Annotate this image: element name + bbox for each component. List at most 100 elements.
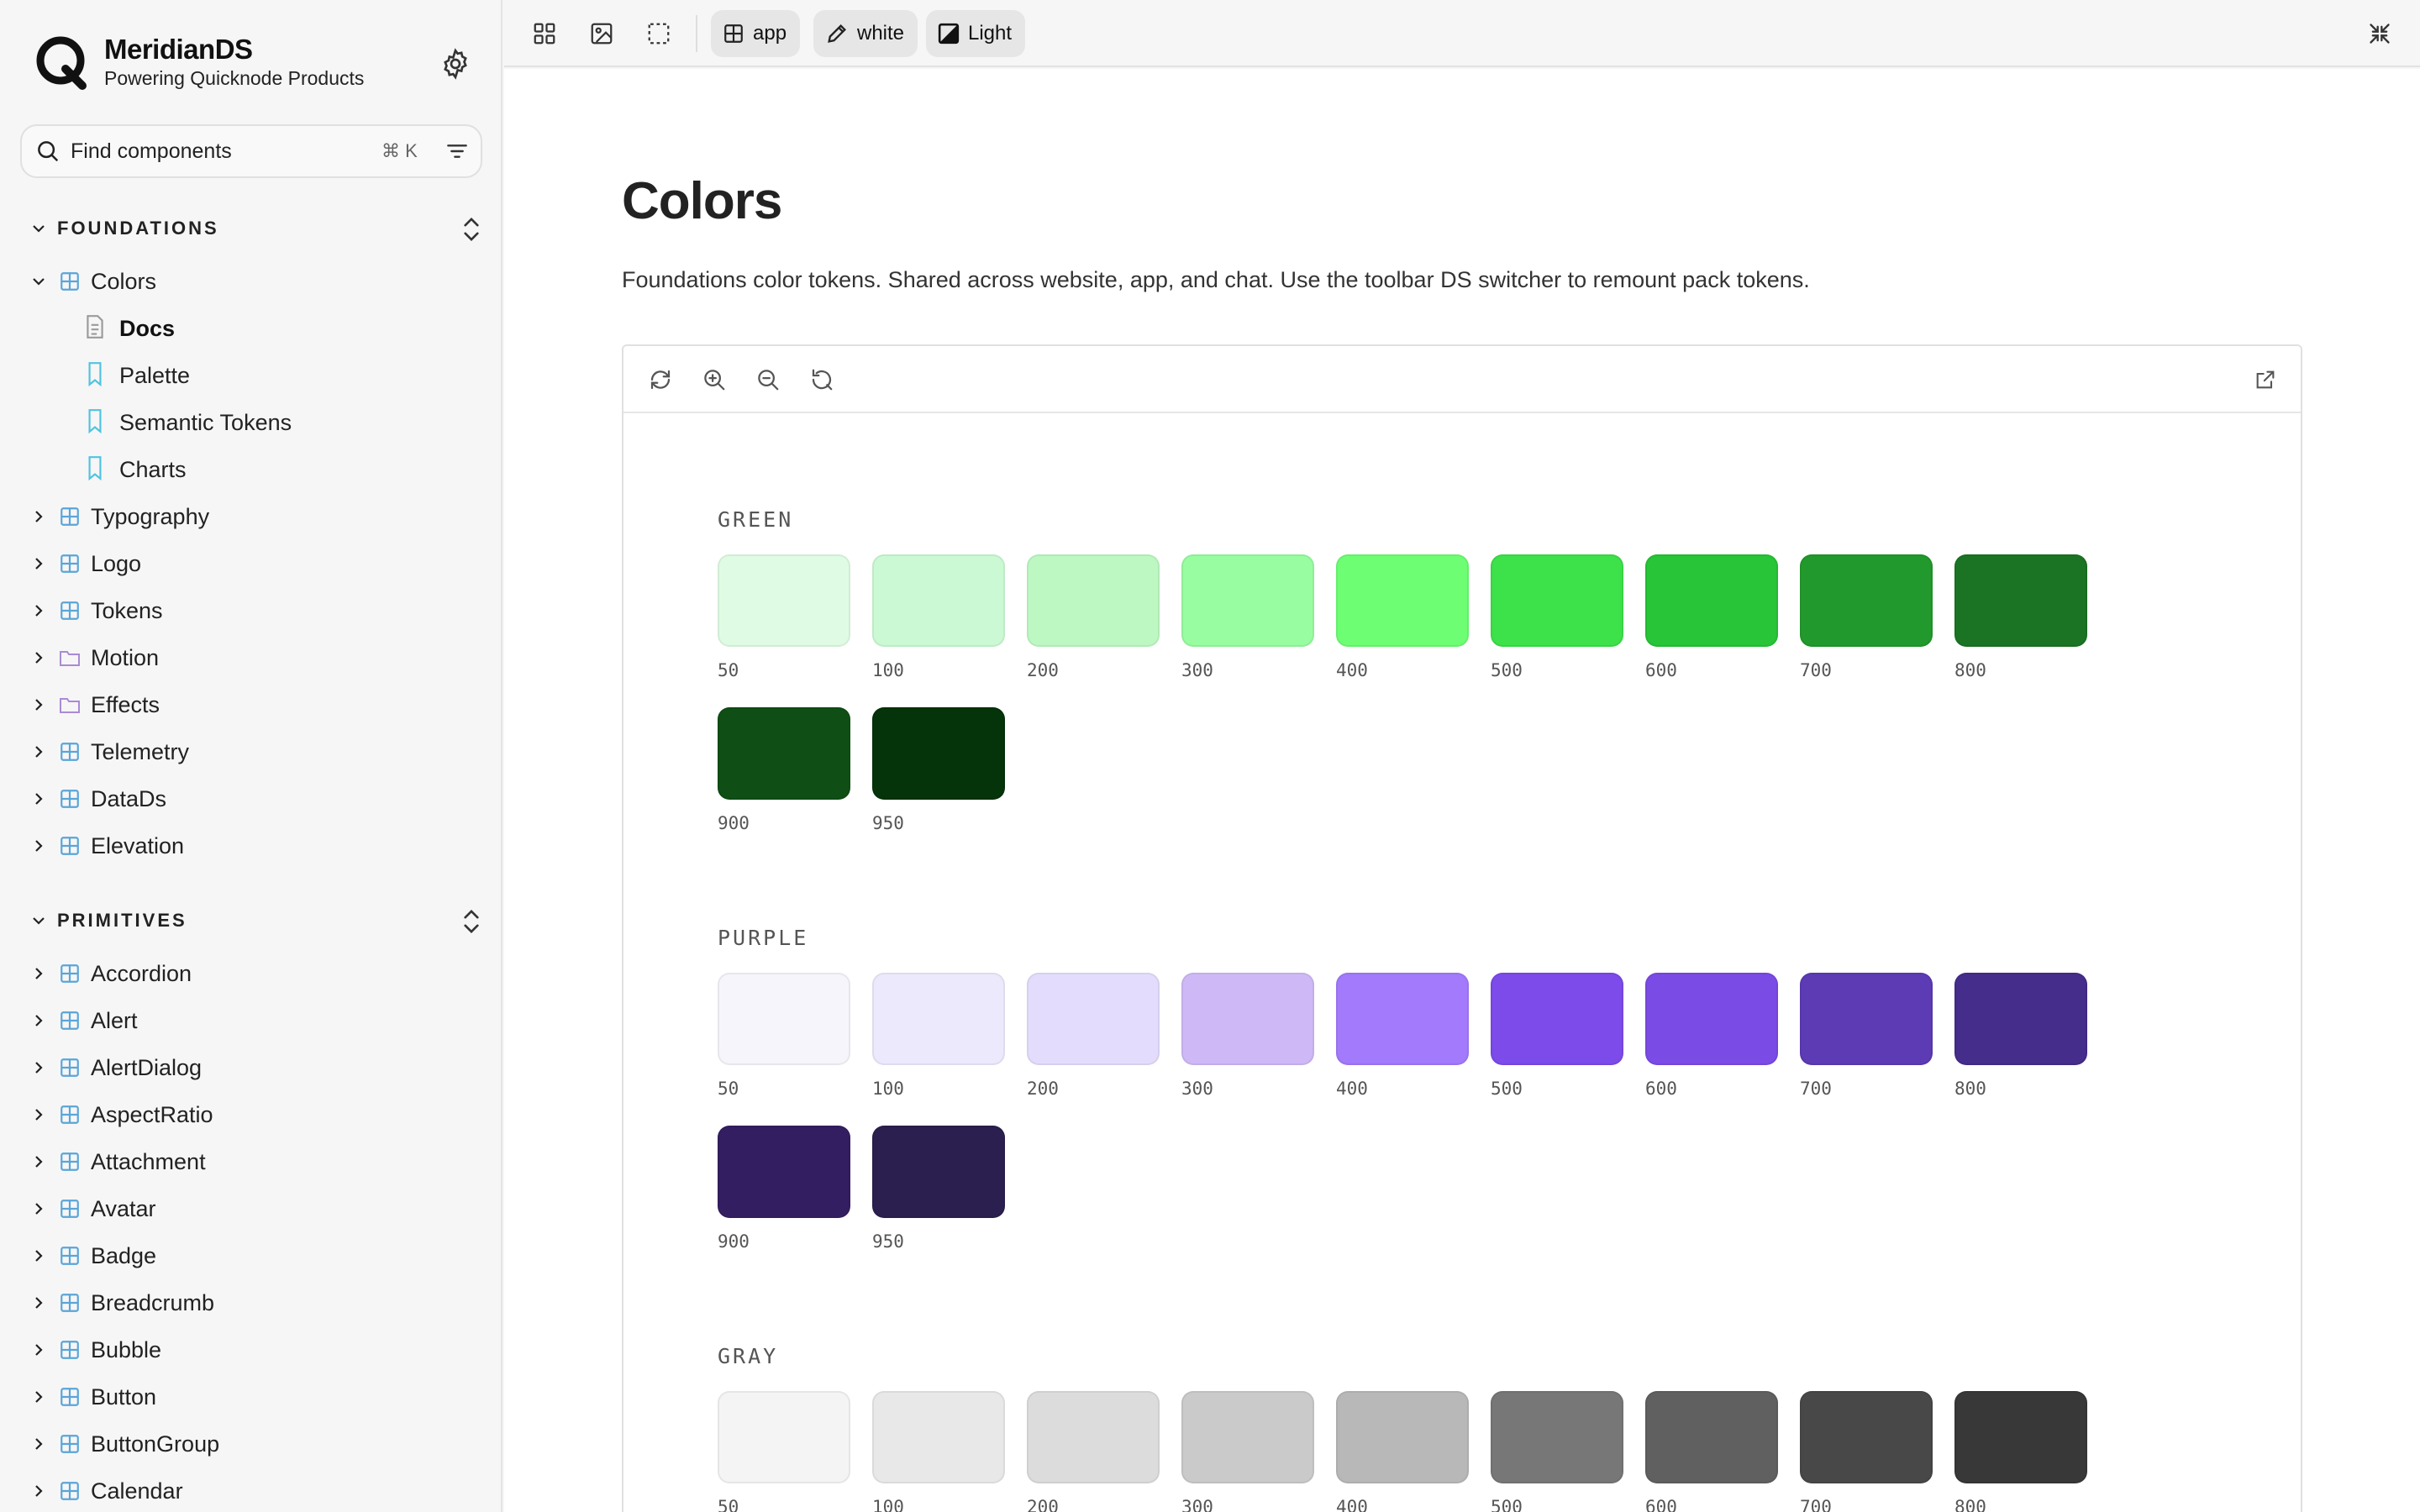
filter-icon[interactable] [444,138,471,169]
color-swatch-gray-200[interactable] [1027,1391,1160,1483]
fullscreen-icon[interactable] [2363,17,2396,50]
sidebar-item-datads[interactable]: DataDs [30,778,484,820]
color-swatch-gray-100[interactable] [872,1391,1005,1483]
component-icon [59,1010,81,1032]
sidebar-item-docs[interactable]: Docs [84,307,175,349]
color-swatch-purple-500[interactable] [1491,973,1623,1065]
search-input[interactable]: Find components ⌘ K [20,124,482,178]
chevron-right-icon [30,1389,47,1405]
color-swatch-gray-400[interactable] [1336,1391,1469,1483]
swatch-label: 300 [1181,1497,1213,1512]
brand[interactable]: MeridianDS Powering Quicknode Products [32,32,364,91]
sidebar-item-breadcrumb[interactable]: Breadcrumb [30,1282,484,1324]
sidebar-item-tokens[interactable]: Tokens [30,590,484,632]
sidebar-item-logo[interactable]: Logo [30,543,484,585]
sidebar-item-aspectratio[interactable]: AspectRatio [30,1094,484,1136]
swatch-label: 100 [872,660,904,680]
collapse-icon[interactable] [459,907,484,940]
background-switcher-label: white [857,22,905,45]
sidebar-item-button[interactable]: Button [30,1376,484,1418]
collapse-icon[interactable] [459,215,484,248]
ds-switcher-button[interactable]: app [711,10,801,57]
color-swatch-green-600[interactable] [1645,554,1778,647]
folder-icon [59,647,81,669]
color-swatch-green-700[interactable] [1800,554,1933,647]
section-foundations[interactable]: FOUNDATIONS [30,212,484,245]
color-swatch-purple-700[interactable] [1800,973,1933,1065]
color-swatch-purple-100[interactable] [872,973,1005,1065]
color-swatch-purple-400[interactable] [1336,973,1469,1065]
sidebar-item-label: Colors [91,268,157,294]
sidebar-item-label: Breadcrumb [91,1289,215,1315]
color-swatch-gray-50[interactable] [718,1391,850,1483]
sidebar-item-typography[interactable]: Typography [30,496,484,538]
color-swatch-green-950[interactable] [872,707,1005,800]
sidebar-item-charts[interactable]: Charts [84,449,187,491]
section-label: PRIMITIVES [57,910,187,931]
background-switcher-button[interactable]: white [813,10,918,57]
color-swatch-purple-900[interactable] [718,1126,850,1218]
sidebar-item-palette[interactable]: Palette [84,354,190,396]
grid-view-icon[interactable] [528,17,561,50]
sidebar-item-elevation[interactable]: Elevation [30,825,484,867]
color-swatch-gray-600[interactable] [1645,1391,1778,1483]
color-swatch-green-100[interactable] [872,554,1005,647]
open-new-tab-icon[interactable] [2249,363,2282,396]
color-swatch-gray-300[interactable] [1181,1391,1314,1483]
color-swatch-purple-950[interactable] [872,1126,1005,1218]
color-swatch-green-300[interactable] [1181,554,1314,647]
color-swatch-gray-800[interactable] [1954,1391,2087,1483]
color-swatch-purple-300[interactable] [1181,973,1314,1065]
color-swatch-green-800[interactable] [1954,554,2087,647]
toolbar-divider [696,15,697,52]
sidebar-item-colors[interactable]: Colors [30,260,484,302]
reset-zoom-icon[interactable] [805,363,839,396]
sidebar-item-alertdialog[interactable]: AlertDialog [30,1047,484,1089]
sidebar-item-accordion[interactable]: Accordion [30,953,484,995]
chevron-right-icon [30,1059,47,1076]
sidebar-item-buttongroup[interactable]: ButtonGroup [30,1423,484,1465]
zoom-out-icon[interactable] [751,363,785,396]
page-title: Colors [622,172,782,230]
story-canvas: GREEN 50 100 200 300 400 500 600 700 800 900 950 PUR… [622,344,2302,1512]
color-swatch-purple-200[interactable] [1027,973,1160,1065]
component-icon [59,1151,81,1173]
swatch-label: 200 [1027,1079,1059,1099]
chevron-right-icon [30,1247,47,1264]
sidebar-item-telemetry[interactable]: Telemetry [30,731,484,773]
sidebar-item-motion[interactable]: Motion [30,637,484,679]
sidebar-item-effects[interactable]: Effects [30,684,484,726]
chevron-right-icon [30,790,47,807]
color-swatch-purple-50[interactable] [718,973,850,1065]
select-area-icon[interactable] [642,17,676,50]
color-swatch-green-900[interactable] [718,707,850,800]
remount-icon[interactable] [644,363,677,396]
theme-switcher-button[interactable]: Light [926,10,1026,57]
doc-icon [84,314,106,344]
sidebar-item-avatar[interactable]: Avatar [30,1188,484,1230]
section-primitives[interactable]: PRIMITIVES [30,904,484,937]
swatch-label: 700 [1800,660,1832,680]
color-swatch-green-50[interactable] [718,554,850,647]
chevron-right-icon [30,602,47,619]
color-swatch-gray-700[interactable] [1800,1391,1933,1483]
color-swatch-green-500[interactable] [1491,554,1623,647]
sidebar-item-calendar[interactable]: Calendar [30,1470,484,1512]
sidebar-item-bubble[interactable]: Bubble [30,1329,484,1371]
gear-icon[interactable] [439,47,472,81]
color-swatch-gray-500[interactable] [1491,1391,1623,1483]
sidebar-item-label: Motion [91,644,160,670]
color-swatch-green-400[interactable] [1336,554,1469,647]
image-icon[interactable] [585,17,618,50]
sidebar-item-badge[interactable]: Badge [30,1235,484,1277]
search-icon [38,141,59,162]
sidebar-item-alert[interactable]: Alert [30,1000,484,1042]
sidebar-item-attachment[interactable]: Attachment [30,1141,484,1183]
sidebar-item-semantic-tokens[interactable]: Semantic Tokens [84,402,292,444]
color-swatch-green-200[interactable] [1027,554,1160,647]
color-swatch-purple-800[interactable] [1954,973,2087,1065]
zoom-in-icon[interactable] [697,363,731,396]
color-swatch-purple-600[interactable] [1645,973,1778,1065]
sidebar-item-label: Avatar [91,1195,156,1221]
pen-icon [828,24,846,43]
